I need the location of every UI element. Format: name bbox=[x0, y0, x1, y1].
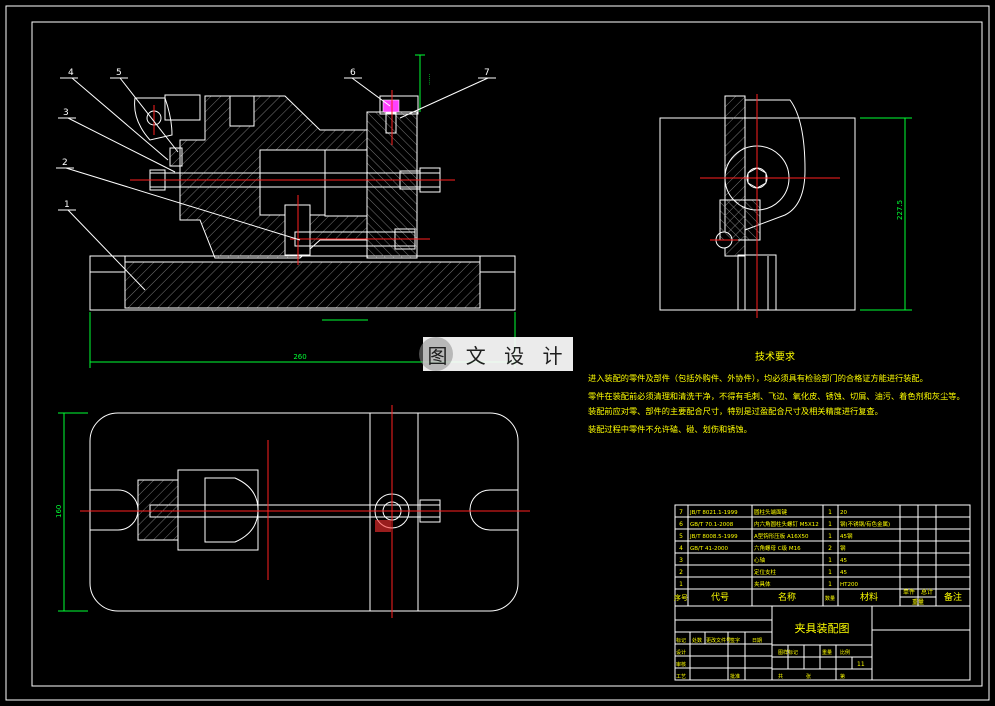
svg-text:······: ······ bbox=[427, 73, 434, 85]
bom-header-name: 名称 bbox=[778, 591, 796, 603]
side-height-dimension: 227.5 bbox=[896, 200, 904, 220]
tb-label-design: 设计 bbox=[676, 649, 686, 656]
tb-label-change: 更改文件号 bbox=[706, 637, 731, 644]
bom-cell-qty: 2 bbox=[828, 545, 832, 552]
bom-cell-name: 六角螺母 C级 M16 bbox=[754, 544, 801, 552]
balloon-5: 5 bbox=[116, 68, 122, 78]
tb-label-sheet-no: 第 bbox=[840, 673, 845, 680]
front-view: 260 ······ bbox=[89, 54, 516, 368]
balloon-3: 3 bbox=[63, 108, 69, 118]
bom-cell-material: 钢(不锈钢/有色金属) bbox=[840, 520, 890, 528]
tech-req-title: 技术要求 bbox=[755, 350, 795, 363]
balloon-4: 4 bbox=[68, 68, 74, 78]
bom-cell-code: GB/T 41-2000 bbox=[690, 546, 728, 552]
technical-requirements: 技术要求 进入装配的零件及部件（包括外购件、外协件），均必须具有检验部门的合格证… bbox=[588, 350, 965, 434]
watermark-text: 图 文 设 计 bbox=[427, 343, 569, 368]
bom-cell-material: 45 bbox=[840, 570, 847, 576]
bom-cell-name: 内六角圆柱头螺钉 M5X12 bbox=[754, 520, 819, 528]
bom-cell-material: 20 bbox=[840, 510, 847, 516]
title-block: 夹具装配图 11 标记 处数 更改文件号 签字 日期 设计 审核 工艺 批准 图… bbox=[674, 605, 971, 681]
bom-cell-qty: 1 bbox=[828, 569, 832, 576]
tb-label-sheet: 张 bbox=[806, 673, 811, 680]
tb-label-date: 日期 bbox=[752, 638, 762, 644]
bom-cell-qty: 1 bbox=[828, 521, 832, 528]
bom-cell-qty: 1 bbox=[828, 581, 832, 588]
bom-header-remark: 备注 bbox=[944, 591, 962, 603]
side-view: 227.5 bbox=[659, 94, 912, 318]
bom-cell-qty: 1 bbox=[828, 533, 832, 540]
tb-label-sign: 签字 bbox=[730, 637, 740, 644]
bom-cell-code: JB/T 8021.1-1999 bbox=[689, 510, 738, 516]
balloon-1: 1 bbox=[64, 200, 70, 210]
bom-header-code: 代号 bbox=[711, 592, 729, 603]
tb-label-weight: 重量 bbox=[822, 649, 832, 656]
tb-label-scale: 比例 bbox=[840, 649, 850, 656]
bom-cell-no: 4 bbox=[679, 545, 683, 552]
front-base-hatch bbox=[124, 261, 481, 309]
watermark: 图 文 设 计 bbox=[419, 337, 573, 371]
tb-label-total: 共 bbox=[778, 673, 783, 680]
drawing-title: 夹具装配图 bbox=[795, 622, 850, 635]
sheet-count: 11 bbox=[857, 661, 865, 668]
balloon-7: 7 bbox=[484, 68, 490, 78]
bom-cell-name: A型钩形压板 A16X50 bbox=[754, 532, 809, 540]
bom-cell-material: 钢 bbox=[840, 544, 846, 552]
bom-header-weight: 重量 bbox=[912, 598, 924, 606]
bom-cell-material: HT200 bbox=[840, 582, 858, 588]
tb-label-count: 处数 bbox=[692, 637, 702, 644]
tb-label-process: 工艺 bbox=[676, 674, 686, 680]
tech-req-line-2: 零件在装配前必须清理和清洗干净，不得有毛刺、飞边、氧化皮、锈蚀、切屑、油污、着色… bbox=[588, 391, 965, 401]
tech-req-line-1: 进入装配的零件及部件（包括外购件、外协件），均必须具有检验部门的合格证方能进行装… bbox=[588, 373, 928, 383]
bom-cell-no: 7 bbox=[679, 509, 683, 516]
top-view: 160 bbox=[55, 405, 530, 618]
balloon-2: 2 bbox=[62, 158, 68, 168]
bom-cell-code: JB/T 8008.5-1999 bbox=[689, 534, 738, 540]
bom-header-total: 总计 bbox=[921, 588, 933, 596]
bom-header-no: 序号 bbox=[674, 593, 688, 602]
top-height-dimension: 160 bbox=[55, 505, 63, 518]
bom-header-qty: 数量 bbox=[825, 595, 835, 602]
bom-cell-code: GB/T 70.1-2008 bbox=[690, 522, 734, 528]
bom-header-unit: 单件 bbox=[903, 588, 915, 596]
bom-cell-qty: 1 bbox=[828, 557, 832, 564]
bom-cell-name: 定位支柱 bbox=[754, 568, 777, 576]
tb-label-review: 审核 bbox=[676, 661, 686, 668]
bom-cell-no: 2 bbox=[679, 569, 683, 576]
bom-cell-no: 5 bbox=[679, 533, 683, 540]
tb-label-approve: 批准 bbox=[730, 673, 740, 680]
bom-cell-material: 45 bbox=[840, 558, 847, 564]
bom-rows: 7 JB/T 8021.1-1999 圆柱头端面键 1 20 6 GB/T 70.1-200… bbox=[679, 508, 890, 588]
tech-req-line-3: 装配前应对零、部件的主要配合尺寸，特别是过盈配合尺寸及相关精度进行复查。 bbox=[588, 406, 883, 416]
tech-req-line-4: 装配过程中零件不允许磕、碰、划伤和锈蚀。 bbox=[588, 424, 752, 434]
bom-cell-name: 圆柱头端面键 bbox=[754, 508, 788, 516]
bom-cell-no: 1 bbox=[679, 581, 683, 588]
balloon-6: 6 bbox=[350, 68, 356, 78]
bom-cell-material: 45钢 bbox=[840, 532, 853, 540]
bom-cell-qty: 1 bbox=[828, 509, 832, 516]
bom-cell-no: 3 bbox=[679, 557, 683, 564]
bom-cell-name: 夹具体 bbox=[754, 580, 771, 588]
tb-label-drawing-mark: 图样标记 bbox=[778, 649, 798, 656]
front-width-dimension: 260 bbox=[293, 353, 306, 361]
bom-header-material: 材料 bbox=[860, 591, 878, 603]
bom-cell-no: 6 bbox=[679, 521, 683, 528]
bom-cell-name: 心轴 bbox=[754, 556, 766, 564]
tb-label-mark: 标记 bbox=[676, 637, 686, 644]
